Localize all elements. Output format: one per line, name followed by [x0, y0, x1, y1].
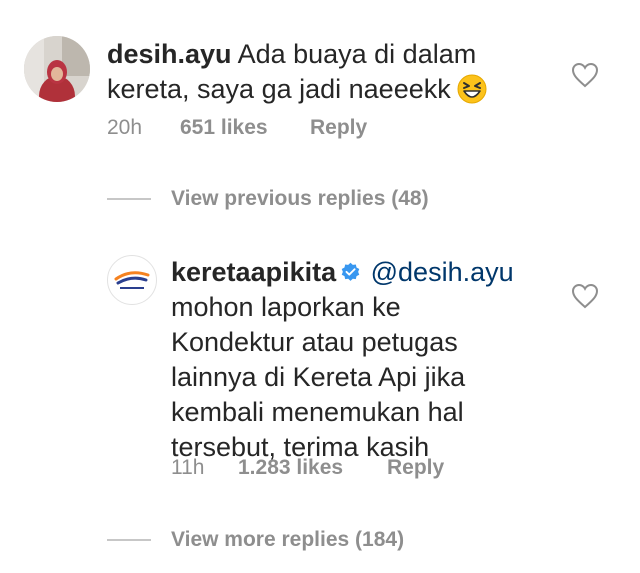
reply-text-line: Kondektur atau petugas: [171, 327, 458, 357]
comment-time: 20h: [107, 116, 143, 139]
kereta-api-logo-icon: [114, 271, 150, 289]
reply-text-line: kembali menemukan hal: [171, 397, 464, 427]
reply-time: 11h: [171, 456, 205, 479]
comment-username[interactable]: desih.ayu: [107, 39, 232, 69]
avatar-desih-ayu[interactable]: [24, 36, 90, 102]
comment-likes[interactable]: 651 likes: [180, 116, 268, 140]
comment-text-line2: kereta, saya ga jadi naeeekk: [107, 74, 451, 104]
reply-mention-link[interactable]: @desih.ayu: [371, 257, 514, 287]
like-heart-icon[interactable]: [571, 283, 599, 309]
reply-likes[interactable]: 1.283 likes: [238, 456, 343, 480]
avatar-keretaapikita[interactable]: [107, 255, 157, 305]
laughing-emoji-icon: [457, 74, 487, 104]
like-heart-icon[interactable]: [571, 62, 599, 88]
comment-body: desih.ayu Ada buaya di dalam kereta, say…: [107, 37, 537, 107]
reply-text-line: mohon laporkan ke: [171, 292, 401, 322]
reply-username[interactable]: keretaapikita: [171, 257, 336, 287]
reply-reply-button[interactable]: Reply: [387, 456, 444, 480]
comment-meta: 20h 651 likes Reply: [107, 116, 407, 142]
reply-meta: 11h 1.283 likes Reply: [171, 456, 491, 482]
view-more-replies-button[interactable]: View more replies (184): [171, 528, 404, 552]
comment-reply-button[interactable]: Reply: [310, 116, 367, 140]
comment-text-line1: Ada buaya di dalam: [237, 39, 477, 69]
reply-text-line: lainnya di Kereta Api jika: [171, 362, 466, 392]
reply-body: keretaapikita @desih.ayu mohon laporkan …: [171, 255, 551, 465]
verified-badge-icon: [341, 262, 360, 281]
profile-photo: [24, 36, 90, 102]
view-previous-replies-button[interactable]: View previous replies (48): [171, 187, 429, 211]
replies-divider-line: [107, 539, 151, 541]
replies-divider-line: [107, 198, 151, 200]
